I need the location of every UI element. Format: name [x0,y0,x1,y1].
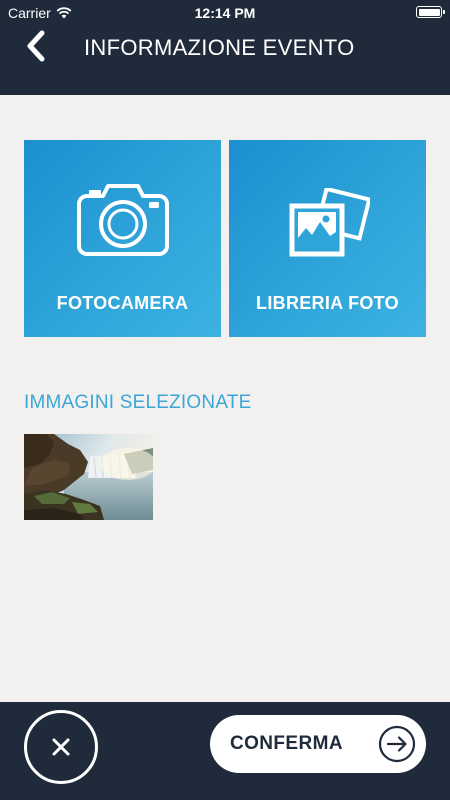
header: Carrier 12:14 PM INFORMAZIONE EVENTO [0,0,450,95]
selected-image-thumbnail[interactable] [24,434,153,520]
camera-tile-button[interactable]: FOTOCAMERA [24,140,221,337]
back-button[interactable] [16,26,56,66]
screen: Carrier 12:14 PM INFORMAZIONE EVENTO FOT… [0,0,450,800]
camera-tile-label: FOTOCAMERA [56,293,189,313]
chevron-left-icon [27,30,45,62]
selected-images-title: IMMAGINI SELEZIONATE [24,392,252,413]
photo-library-tile-button[interactable]: LIBRERIA FOTO [229,140,426,337]
photo-library-icon [289,188,370,257]
nav-bar: INFORMAZIONE EVENTO [0,26,450,72]
status-time: 12:14 PM [194,5,256,21]
confirm-label: CONFERMA [230,733,343,754]
waterfall-landscape-image [24,434,153,520]
bottom-bar: CONFERMA [0,702,450,800]
page-title: INFORMAZIONE EVENTO [84,35,355,60]
confirm-button[interactable]: CONFERMA [210,715,426,773]
status-bar: Carrier 12:14 PM [0,0,450,26]
close-icon [52,738,70,756]
cancel-button[interactable] [24,710,98,784]
photo-library-tile-label: LIBRERIA FOTO [256,293,399,313]
battery-icon [416,6,445,18]
source-tiles: FOTOCAMERA LIBRERIA FOTO [24,140,426,337]
camera-icon [76,184,169,256]
arrow-right-circle-icon [378,725,416,763]
